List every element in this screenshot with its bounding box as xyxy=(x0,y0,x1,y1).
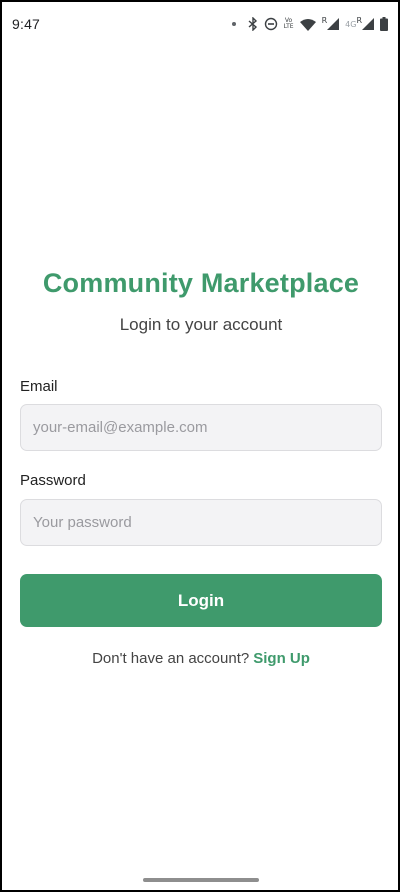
email-label: Email xyxy=(20,378,58,395)
phone-screen: 9:47 Vo LTE R 4G R Community Marketplace… xyxy=(0,0,400,892)
page-subtitle: Login to your account xyxy=(119,315,283,334)
password-label: Password xyxy=(20,472,86,489)
signup-link[interactable]: Sign Up xyxy=(253,650,310,667)
battery-icon xyxy=(380,16,388,32)
bluetooth-icon xyxy=(248,16,258,32)
password-field[interactable] xyxy=(20,499,382,546)
wifi-icon xyxy=(299,16,316,32)
email-field[interactable] xyxy=(20,404,382,451)
login-button[interactable]: Login xyxy=(20,574,382,627)
signal-icon: R xyxy=(322,16,340,32)
secondary-signal-icon: 4G R xyxy=(345,16,374,32)
do-not-disturb-icon xyxy=(264,16,278,32)
status-time: 9:47 xyxy=(12,16,41,32)
status-icons: Vo LTE R 4G R xyxy=(231,16,388,32)
status-bar: 9:47 Vo LTE R 4G R xyxy=(2,2,398,46)
signup-prompt: Don't have an account? xyxy=(92,650,250,667)
volte-icon: Vo LTE xyxy=(284,18,294,30)
app-title: Community Marketplace xyxy=(42,268,360,298)
network-type-label: 4G xyxy=(345,19,357,29)
signup-row: Don't have an account? Sign Up xyxy=(20,650,382,667)
volte-lte-label: LTE xyxy=(283,23,294,30)
home-indicator[interactable] xyxy=(143,878,259,882)
notification-dot-icon xyxy=(231,22,236,26)
